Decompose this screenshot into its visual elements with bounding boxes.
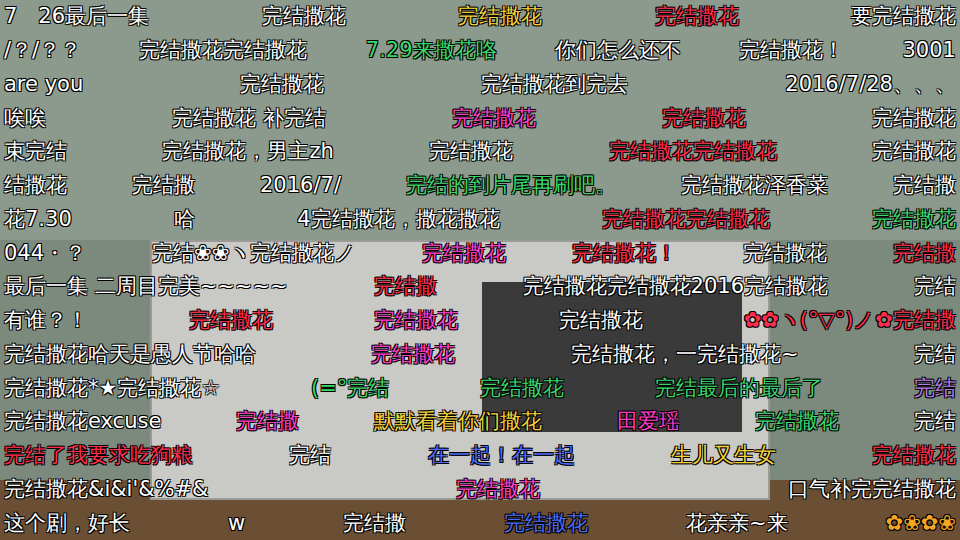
danmaku-row: 唉唉 完结撒花 补完结 完结撒花 完结撒花 完结撒花: [0, 101, 960, 135]
danmaku-comment: 在一起！在一起: [428, 445, 575, 466]
danmaku-row: 044・？ 完结❀❀ヽ完结撒花ノ 完结撒花 完结撒花！ 完结撒花 完结撒: [0, 236, 960, 270]
danmaku-comment: 完结撒: [893, 243, 956, 264]
danmaku-comment: 完结撒花: [872, 141, 956, 162]
danmaku-comment: 完结撒花，一完结撒花~: [571, 344, 799, 365]
danmaku-comment: 完结撒花: [456, 479, 540, 500]
danmaku-comment: 完结撒花: [872, 108, 956, 129]
danmaku-comment: 完结撒花完结撒花: [602, 209, 770, 230]
danmaku-comment: (=°完结: [311, 378, 389, 399]
danmaku-comment: /？/？？: [4, 40, 81, 61]
danmaku-comment: 田爱瑶: [617, 411, 680, 432]
danmaku-row: 最后一集 二周目完美~~~~~ 完结撒 完结撒花完结撒花2016完结撒花 完结: [0, 270, 960, 304]
danmaku-comment: 完结撒花: [504, 513, 588, 534]
danmaku-comment: 完结撒: [343, 513, 406, 534]
danmaku-comment: 完结撒花: [872, 209, 956, 230]
danmaku-comment: 生儿又生女: [671, 445, 776, 466]
danmaku-row: are you 完结撒花 完结撒花到完去 2016/7/28、、、: [0, 68, 960, 102]
danmaku-comment: 完结: [914, 378, 956, 399]
danmaku-comment: 完结了我要求吃狗粮: [4, 445, 193, 466]
danmaku-comment: 你们怎么还不: [555, 40, 681, 61]
danmaku-row: 完结撒花哈天是愚人节哈哈 完结撒花 完结撒花，一完结撒花~ 完结: [0, 338, 960, 372]
danmaku-comment: ✿❀✿❀: [886, 513, 956, 534]
danmaku-comment: ✿✿ヽ(°▽°)ノ✿完结撒: [744, 310, 956, 331]
danmaku-row: 完结撒花&i&i'&%#& 完结撒花 口气补完完结撒花: [0, 473, 960, 507]
danmaku-comment: are you: [4, 74, 83, 95]
danmaku-layer: 7 26最后一集完结撒花完结撒花完结撒花要完结撒花/？/？？完结撒花完结撒花7.…: [0, 0, 960, 540]
danmaku-comment: 完结撒花！: [572, 243, 677, 264]
danmaku-comment: 4完结撒花，撒花撒花: [297, 209, 499, 230]
danmaku-comment: 束完结: [4, 141, 67, 162]
danmaku-comment: 完结撒花: [374, 310, 458, 331]
danmaku-comment: 花7.30: [4, 209, 72, 230]
danmaku-comment: 2016/7/28、、、: [785, 74, 956, 95]
danmaku-comment: 完结撒花 补完结: [172, 108, 326, 129]
danmaku-comment: 结撒花: [4, 175, 67, 196]
danmaku-comment: 这个剧，好长: [4, 513, 130, 534]
danmaku-comment: 完结撒花: [422, 243, 506, 264]
danmaku-row: 结撒花 完结撒 2016/7/完结的到片尾再刷吧。 完结撒花泽香菜 完结撒: [0, 169, 960, 203]
danmaku-comment: 完结撒花完结撒花: [609, 141, 777, 162]
danmaku-comment: 完结撒花: [452, 108, 536, 129]
danmaku-comment: w: [228, 513, 245, 534]
danmaku-comment: 完结撒: [236, 411, 299, 432]
danmaku-comment: 完结撒花: [429, 141, 513, 162]
danmaku-comment: 有谁？！: [4, 310, 88, 331]
danmaku-comment: 哈: [174, 209, 195, 230]
danmaku-comment: 口气补完完结撒花: [788, 479, 956, 500]
danmaku-comment: 唉唉: [4, 108, 46, 129]
danmaku-comment: 7 26最后一集: [4, 6, 149, 27]
danmaku-comment: 完结撒花到完去: [481, 74, 628, 95]
danmaku-comment: 完结撒花&i&i'&%#&: [4, 479, 209, 500]
danmaku-row: /？/？？ 完结撒花完结撒花 7.29来撒花咯 你们怎么还不 完结撒花！ 3001: [0, 34, 960, 68]
danmaku-comment: 044・？: [4, 243, 86, 264]
danmaku-row: 束完结完结撒花，男主zh完结撒花完结撒花完结撒花完结撒花: [0, 135, 960, 169]
danmaku-comment: 完结的到片尾再刷吧。: [406, 175, 616, 196]
danmaku-row: 完结了我要求吃狗粮 完结 在一起！在一起 生儿又生女 完结撒花: [0, 439, 960, 473]
danmaku-comment: 完结撒花: [743, 243, 827, 264]
danmaku-comment: 完结撒花excuse: [4, 411, 161, 432]
danmaku-row: 花7.30哈4完结撒花，撒花撒花完结撒花完结撒花完结撒花: [0, 203, 960, 237]
danmaku-comment: 最后一集 二周目完美~~~~~: [4, 276, 288, 297]
danmaku-comment: 完结撒花: [662, 108, 746, 129]
danmaku-comment: 完结撒花: [559, 310, 643, 331]
danmaku-comment: 完结撒花，男主zh: [162, 141, 333, 162]
danmaku-comment: 完结撒花完结撒花2016完结撒花: [523, 276, 828, 297]
danmaku-comment: 完结撒花！: [739, 40, 844, 61]
danmaku-comment: 完结撒花泽香菜: [681, 175, 828, 196]
danmaku-comment: 完结撒花完结撒花: [139, 40, 307, 61]
danmaku-comment: 7.29来撒花咯: [366, 40, 497, 61]
danmaku-comment: 完结撒: [132, 175, 195, 196]
video-player[interactable]: 7 26最后一集完结撒花完结撒花完结撒花要完结撒花/？/？？完结撒花完结撒花7.…: [0, 0, 960, 540]
danmaku-comment: 完结撒花: [480, 378, 564, 399]
danmaku-comment: 完结: [914, 276, 956, 297]
danmaku-comment: 完结: [914, 344, 956, 365]
danmaku-comment: 完结最后的最后了: [655, 378, 823, 399]
danmaku-comment: 要完结撒花: [851, 6, 956, 27]
danmaku-comment: 3001: [902, 40, 955, 61]
danmaku-comment: 完结撒: [374, 276, 437, 297]
danmaku-comment: 完结撒花: [755, 411, 839, 432]
danmaku-row: 这个剧，好长 w 完结撒 完结撒花 花亲亲~来 ✿❀✿❀: [0, 506, 960, 540]
danmaku-row: 7 26最后一集 完结撒花 完结撒花 完结撒花 要完结撒花: [0, 0, 960, 34]
danmaku-row: 有谁？！ 完结撒花 完结撒花 完结撒花 ✿✿ヽ(°▽°)ノ✿完结撒: [0, 304, 960, 338]
danmaku-comment: 完结撒花: [189, 310, 273, 331]
danmaku-comment: 完结撒花: [262, 6, 346, 27]
danmaku-comment: 完结撒花: [872, 445, 956, 466]
danmaku-comment: 完结: [289, 445, 331, 466]
danmaku-comment: 完结撒花哈天是愚人节哈哈: [4, 344, 256, 365]
danmaku-comment: 默默看着你们撒花: [374, 411, 542, 432]
danmaku-comment: 完结❀❀ヽ完结撒花ノ: [152, 243, 356, 264]
danmaku-comment: 完结: [914, 411, 956, 432]
danmaku-row: 完结撒花excuse 完结撒 默默看着你们撒花 田爱瑶 完结撒花 完结: [0, 405, 960, 439]
danmaku-comment: 完结撒: [893, 175, 956, 196]
danmaku-comment: 完结撒花: [371, 344, 455, 365]
danmaku-comment: 完结撒花: [240, 74, 324, 95]
danmaku-comment: 花亲亲~来: [686, 513, 788, 534]
danmaku-comment: 2016/7/: [260, 175, 341, 196]
danmaku-comment: 完结撒花*★完结撒花☆: [4, 378, 220, 399]
danmaku-comment: 完结撒花: [655, 6, 739, 27]
danmaku-row: 完结撒花*★完结撒花☆ (=°完结 完结撒花 完结最后的最后了 完结: [0, 371, 960, 405]
danmaku-comment: 完结撒花: [458, 6, 542, 27]
